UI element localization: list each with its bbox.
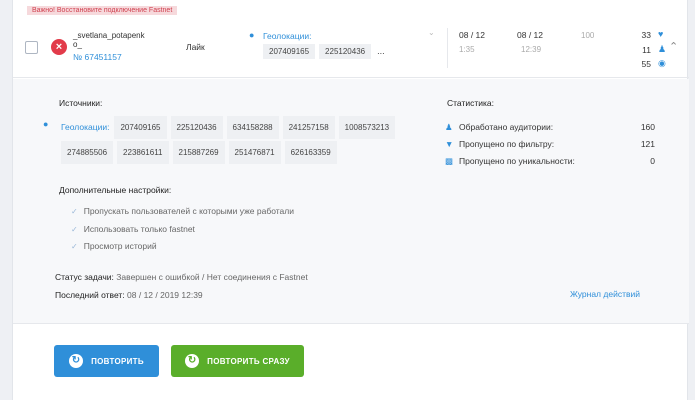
task-row[interactable]: × _svetlana_potapenko_ № 67451157 Лайк ●…: [13, 22, 689, 78]
end-date: 08 / 12: [517, 30, 543, 40]
option-label: Использовать только fastnet: [83, 224, 195, 234]
option-view-stories[interactable]: ✓ Просмотр историй: [71, 241, 157, 251]
geo-chip: 207409165: [114, 116, 167, 139]
task-type: Лайк: [186, 42, 205, 52]
geo-chip: 634158288: [226, 116, 279, 139]
geo-chip: 223861611: [117, 141, 169, 164]
unique-icon: ▩: [445, 156, 454, 166]
option-only-fastnet[interactable]: ✓ Использовать только fastnet: [71, 224, 195, 234]
stat-label: Обработано аудитории:: [459, 122, 554, 132]
error-icon: ×: [51, 39, 67, 55]
check-icon: ✓: [71, 207, 78, 216]
collapse-chevron-icon[interactable]: ⌃: [669, 40, 678, 53]
last-response: Последний ответ: 08 / 12 / 2019 12:39: [55, 290, 203, 300]
alert-badge: Важно! Восстановите подключение Fastnet: [27, 6, 178, 15]
status-label: Статус задачи:: [55, 272, 114, 282]
task-id[interactable]: № 67451157: [73, 52, 122, 62]
geo-chip: 225120436: [170, 116, 223, 139]
geo-chip: 225120436: [319, 44, 372, 59]
stat-value: 160: [640, 122, 655, 132]
geo-chip: 1008573213: [338, 116, 396, 139]
refresh-icon: ↻: [69, 354, 84, 368]
geo-label: Геолокации:: [263, 31, 312, 41]
retry-now-button[interactable]: ↻ ПОВТОРИТЬ СРАЗУ: [171, 345, 304, 377]
retry-now-label: ПОВТОРИТЬ СРАЗУ: [207, 356, 290, 366]
heart-icon: ♥: [658, 29, 664, 39]
stat-unique: ▩ Пропущено по уникальности: 0: [445, 156, 655, 167]
task-card: Важно! Восстановите подключение Fastnet …: [12, 0, 689, 400]
last-response-value: 08 / 12 / 2019 12:39: [127, 290, 203, 300]
stat-processed: ♟ Обработано аудитории: 160: [445, 122, 655, 133]
option-skip-worked[interactable]: ✓ Пропускать пользователей с которыми уже…: [71, 206, 294, 216]
check-icon: ✓: [71, 225, 78, 234]
check-icon: ✓: [71, 242, 78, 251]
task-id-prefix: №: [73, 52, 83, 62]
status-value: Завершен с ошибкой / Нет соединения с Fa…: [116, 272, 308, 282]
more-ellipsis: ...: [377, 46, 385, 56]
extra-settings-title: Дополнительные настройки:: [59, 185, 172, 195]
map-pin-icon: ●: [249, 30, 255, 40]
end-time: 12:39: [521, 45, 542, 54]
stat-filtered: ▼ Пропущено по фильтру: 121: [445, 139, 655, 149]
task-id-number: 67451157: [84, 52, 122, 62]
users-icon: ♟: [658, 44, 667, 54]
task-details: Источники: ● Геолокации: 207409165 2251204…: [13, 79, 689, 324]
stat-value: 0: [650, 156, 655, 166]
likes-count: 33: [641, 30, 651, 40]
task-status: Статус задачи: Завершен с ошибкой / Нет …: [55, 272, 308, 282]
filter-icon: ▼: [445, 139, 454, 149]
geo-chip: 207409165: [263, 44, 316, 59]
stat-value: 121: [640, 139, 655, 149]
task-checkbox[interactable]: [25, 41, 38, 54]
refresh-icon: ↻: [185, 354, 200, 368]
geo-chip: 274885506: [61, 141, 114, 164]
start-time: 1:35: [459, 45, 475, 54]
geo-chip: 626163359: [284, 141, 337, 164]
stats-title: Статистика:: [447, 98, 495, 108]
option-label: Просмотр историй: [83, 241, 157, 251]
stat-label: Пропущено по фильтру:: [459, 139, 555, 149]
detail-geo-chips: Геолокации: 207409165 225120436 634158288 24…: [61, 116, 401, 166]
divider: [447, 28, 448, 68]
geo-chip: 251476871: [228, 141, 281, 164]
views-count: 55: [641, 59, 651, 69]
chevron-small-icon: ⌄: [428, 28, 435, 37]
geo-chip-list: 207409165 225120436...: [263, 44, 385, 59]
retry-button[interactable]: ↻ ПОВТОРИТЬ: [54, 345, 159, 377]
progress-value: 100: [581, 31, 595, 40]
option-label: Пропускать пользователей с которыми уже …: [83, 206, 294, 216]
start-date: 08 / 12: [459, 30, 485, 40]
account-username: _svetlana_potapenko_: [73, 31, 145, 49]
last-response-label: Последний ответ:: [55, 290, 125, 300]
sources-title: Источники:: [59, 98, 103, 108]
stat-label: Пропущено по уникальности:: [459, 156, 575, 166]
users-icon: ♟: [445, 122, 453, 132]
retry-label: ПОВТОРИТЬ: [91, 356, 144, 366]
geo-chip: 215887269: [172, 141, 225, 164]
detail-geo-label: Геолокации:: [61, 122, 110, 132]
geo-chip: 241257158: [282, 116, 335, 139]
action-log-link[interactable]: Журнал действий: [570, 289, 640, 299]
eye-icon: ◉: [658, 58, 666, 68]
map-pin-icon: ●: [43, 119, 49, 129]
users-count: 11: [642, 45, 651, 55]
